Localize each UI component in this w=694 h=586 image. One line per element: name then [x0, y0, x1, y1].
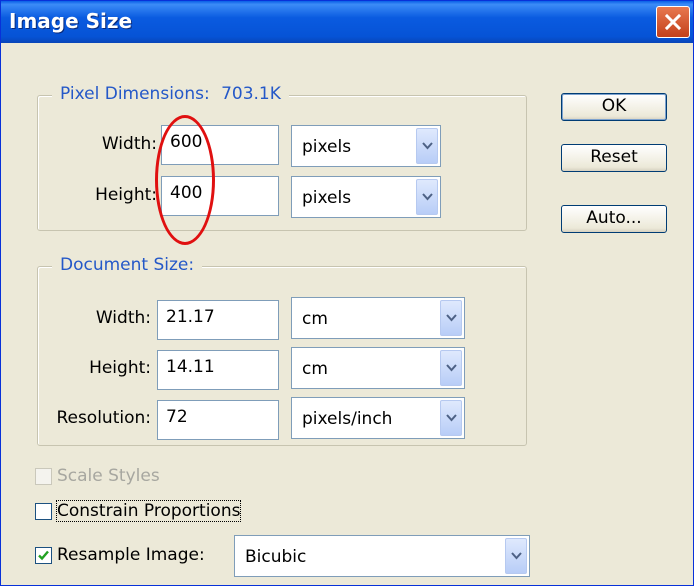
- dropdown-arrow[interactable]: [416, 179, 438, 215]
- chevron-down-icon: [446, 364, 457, 372]
- document-width-unit-value: cm: [302, 309, 328, 329]
- resolution-label: Resolution:: [56, 408, 151, 428]
- dropdown-arrow[interactable]: [440, 300, 462, 336]
- document-size-legend: Document Size:: [52, 255, 203, 275]
- image-size-dialog: Image Size Pixel Dimensions: 703.1K Widt…: [0, 0, 694, 586]
- resolution-field[interactable]: 72: [157, 400, 279, 440]
- chevron-down-icon: [422, 193, 433, 201]
- pixel-height-unit-value: pixels: [302, 188, 352, 208]
- dropdown-arrow[interactable]: [505, 538, 527, 574]
- pixel-dimensions-size: 703.1K: [221, 84, 281, 104]
- scale-styles-label: Scale Styles: [57, 466, 160, 486]
- pixel-width-unit-select[interactable]: pixels: [291, 125, 441, 167]
- document-height-unit-select[interactable]: cm: [291, 347, 465, 389]
- resolution-unit-select[interactable]: pixels/inch: [291, 397, 465, 439]
- resolution-unit-value: pixels/inch: [302, 409, 393, 429]
- scale-styles-checkbox[interactable]: [35, 468, 52, 485]
- document-width-field[interactable]: 21.17: [157, 300, 279, 340]
- annotation-ellipse: [155, 115, 215, 245]
- dropdown-arrow[interactable]: [440, 350, 462, 386]
- chevron-down-icon: [511, 552, 522, 560]
- auto-button[interactable]: Auto...: [561, 205, 667, 233]
- close-button[interactable]: [656, 6, 690, 38]
- pixel-height-unit-select[interactable]: pixels: [291, 176, 441, 218]
- pixel-height-label: Height:: [95, 185, 157, 205]
- ok-button[interactable]: OK: [561, 93, 667, 121]
- document-width-unit-select[interactable]: cm: [291, 297, 465, 339]
- chevron-down-icon: [422, 142, 433, 150]
- resample-image-label[interactable]: Resample Image:: [57, 545, 205, 565]
- pixel-dimensions-legend: Pixel Dimensions: 703.1K: [52, 84, 289, 104]
- resample-method-value: Bicubic: [245, 547, 307, 567]
- pixel-width-unit-value: pixels: [302, 137, 352, 157]
- document-height-field[interactable]: 14.11: [157, 350, 279, 390]
- pixel-dimensions-group: [37, 95, 527, 231]
- chevron-down-icon: [446, 414, 457, 422]
- close-icon: [664, 13, 682, 31]
- pixel-dimensions-label: Pixel Dimensions:: [60, 84, 210, 104]
- resample-method-select[interactable]: Bicubic: [234, 535, 530, 577]
- document-height-label: Height:: [89, 358, 151, 378]
- pixel-width-label: Width:: [101, 134, 157, 154]
- chevron-down-icon: [446, 314, 457, 322]
- dropdown-arrow[interactable]: [416, 128, 438, 164]
- document-width-label: Width:: [95, 308, 151, 328]
- dialog-title: Image Size: [9, 9, 133, 33]
- resample-image-checkbox[interactable]: [35, 547, 52, 564]
- checkmark-icon: [38, 550, 49, 561]
- reset-button[interactable]: Reset: [561, 144, 667, 172]
- constrain-proportions-checkbox[interactable]: [35, 503, 52, 520]
- title-bar[interactable]: Image Size: [1, 1, 693, 43]
- document-height-unit-value: cm: [302, 359, 328, 379]
- dropdown-arrow[interactable]: [440, 400, 462, 436]
- constrain-proportions-label[interactable]: Constrain Proportions: [55, 500, 242, 522]
